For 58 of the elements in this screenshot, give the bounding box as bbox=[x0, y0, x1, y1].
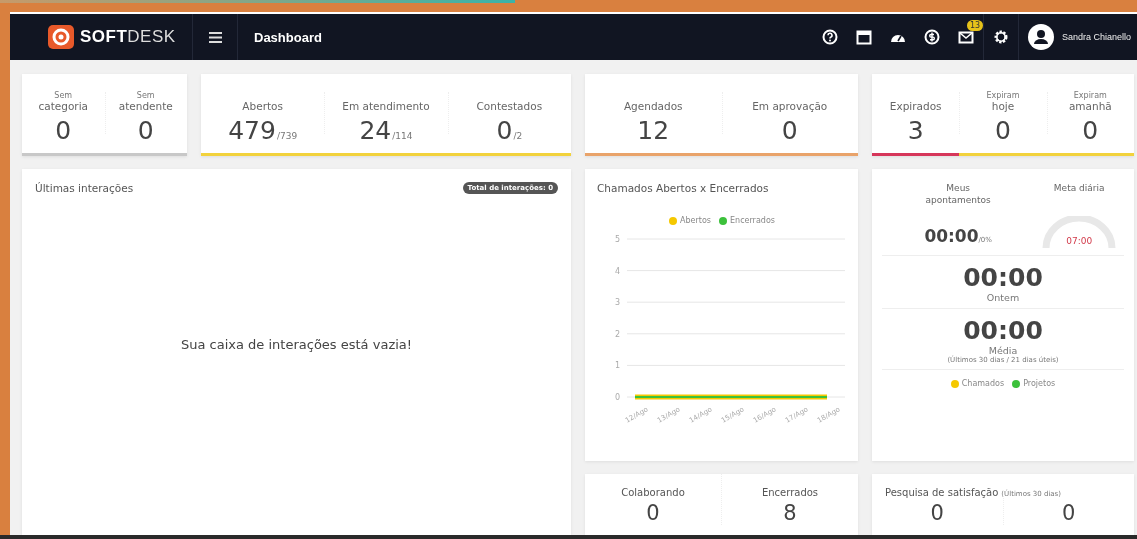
legend-label: Encerrados bbox=[730, 216, 775, 225]
stat-label: hoje bbox=[991, 100, 1015, 112]
axis-tick-label: 4 bbox=[615, 266, 621, 276]
stat-value: 479 bbox=[228, 116, 276, 145]
axis-tick-label: 1 bbox=[615, 361, 621, 371]
stat-label: amanhã bbox=[1068, 100, 1112, 112]
stat-value: 0 bbox=[930, 501, 944, 525]
time-label: Ontem bbox=[986, 292, 1020, 303]
brand-logo-text: SOFTDESK bbox=[80, 27, 176, 47]
stat-label: Colaborando bbox=[621, 487, 685, 498]
stat-value: 0 bbox=[995, 116, 1011, 145]
stat-label: Em aprovação bbox=[752, 100, 828, 112]
axis-tick-label: 3 bbox=[615, 298, 621, 308]
stat-label: atendente bbox=[118, 100, 173, 112]
goal-label: Meta diária bbox=[1052, 182, 1106, 195]
stat-label: Agendados bbox=[623, 100, 683, 112]
time-value: 00:00 bbox=[963, 317, 1043, 345]
stat-value: 0 bbox=[55, 116, 72, 145]
stat-value: 8 bbox=[783, 501, 797, 525]
stat-value: 24 bbox=[359, 116, 392, 145]
legend-label: Projetos bbox=[1023, 379, 1056, 388]
notification-badge: 13 bbox=[966, 20, 984, 31]
panel-title: Últimas interações bbox=[35, 182, 134, 194]
stat-total: /739 bbox=[276, 131, 298, 141]
time-label: Média bbox=[988, 345, 1018, 356]
stat-label-prefix: Expiram bbox=[1073, 91, 1107, 100]
stat-value: 0 bbox=[137, 116, 154, 145]
legend-label: Abertos bbox=[680, 216, 711, 225]
stat-value: 3 bbox=[907, 116, 924, 145]
stat-value: 12 bbox=[637, 116, 670, 145]
stat-value: 0 bbox=[1062, 501, 1076, 525]
legend-label: Chamados bbox=[961, 379, 1005, 388]
page-title: Dashboard bbox=[254, 29, 322, 45]
time-value: 00:00 bbox=[924, 226, 979, 246]
stat-label-prefix: Sem bbox=[54, 91, 73, 100]
stat-label-prefix: Sem bbox=[136, 91, 155, 100]
stat-label: Abertos bbox=[242, 100, 283, 112]
stat-value: 0 bbox=[1082, 116, 1099, 145]
chart-title: Chamados Abertos x Encerrados bbox=[597, 182, 770, 194]
stat-label-prefix: Expiram bbox=[986, 91, 1020, 100]
stat-label: categoria bbox=[38, 100, 88, 112]
empty-message: Sua caixa de interações está vazia! bbox=[181, 337, 412, 352]
axis-tick-label: 0 bbox=[615, 393, 621, 402]
stat-value: 0 bbox=[646, 501, 660, 525]
axis-tick-label: 2 bbox=[615, 329, 621, 339]
panel-title: Pesquisa de satisfação bbox=[885, 487, 999, 498]
axis-tick-label: 5 bbox=[615, 235, 621, 244]
stat-value: 0 bbox=[496, 116, 513, 145]
time-label: Meus apontamentos bbox=[924, 182, 992, 207]
stat-label: Contestados bbox=[476, 100, 543, 112]
stat-total: /114 bbox=[392, 131, 413, 141]
stat-label: Em atendimento bbox=[342, 100, 430, 112]
goal-value: 07:00 bbox=[1065, 236, 1094, 246]
stat-label: Encerrados bbox=[761, 487, 819, 498]
stat-value: 0 bbox=[781, 116, 798, 145]
stat-total: /2 bbox=[513, 131, 523, 141]
time-value: 00:00 bbox=[963, 264, 1043, 292]
stat-label: Expirados bbox=[889, 100, 942, 112]
